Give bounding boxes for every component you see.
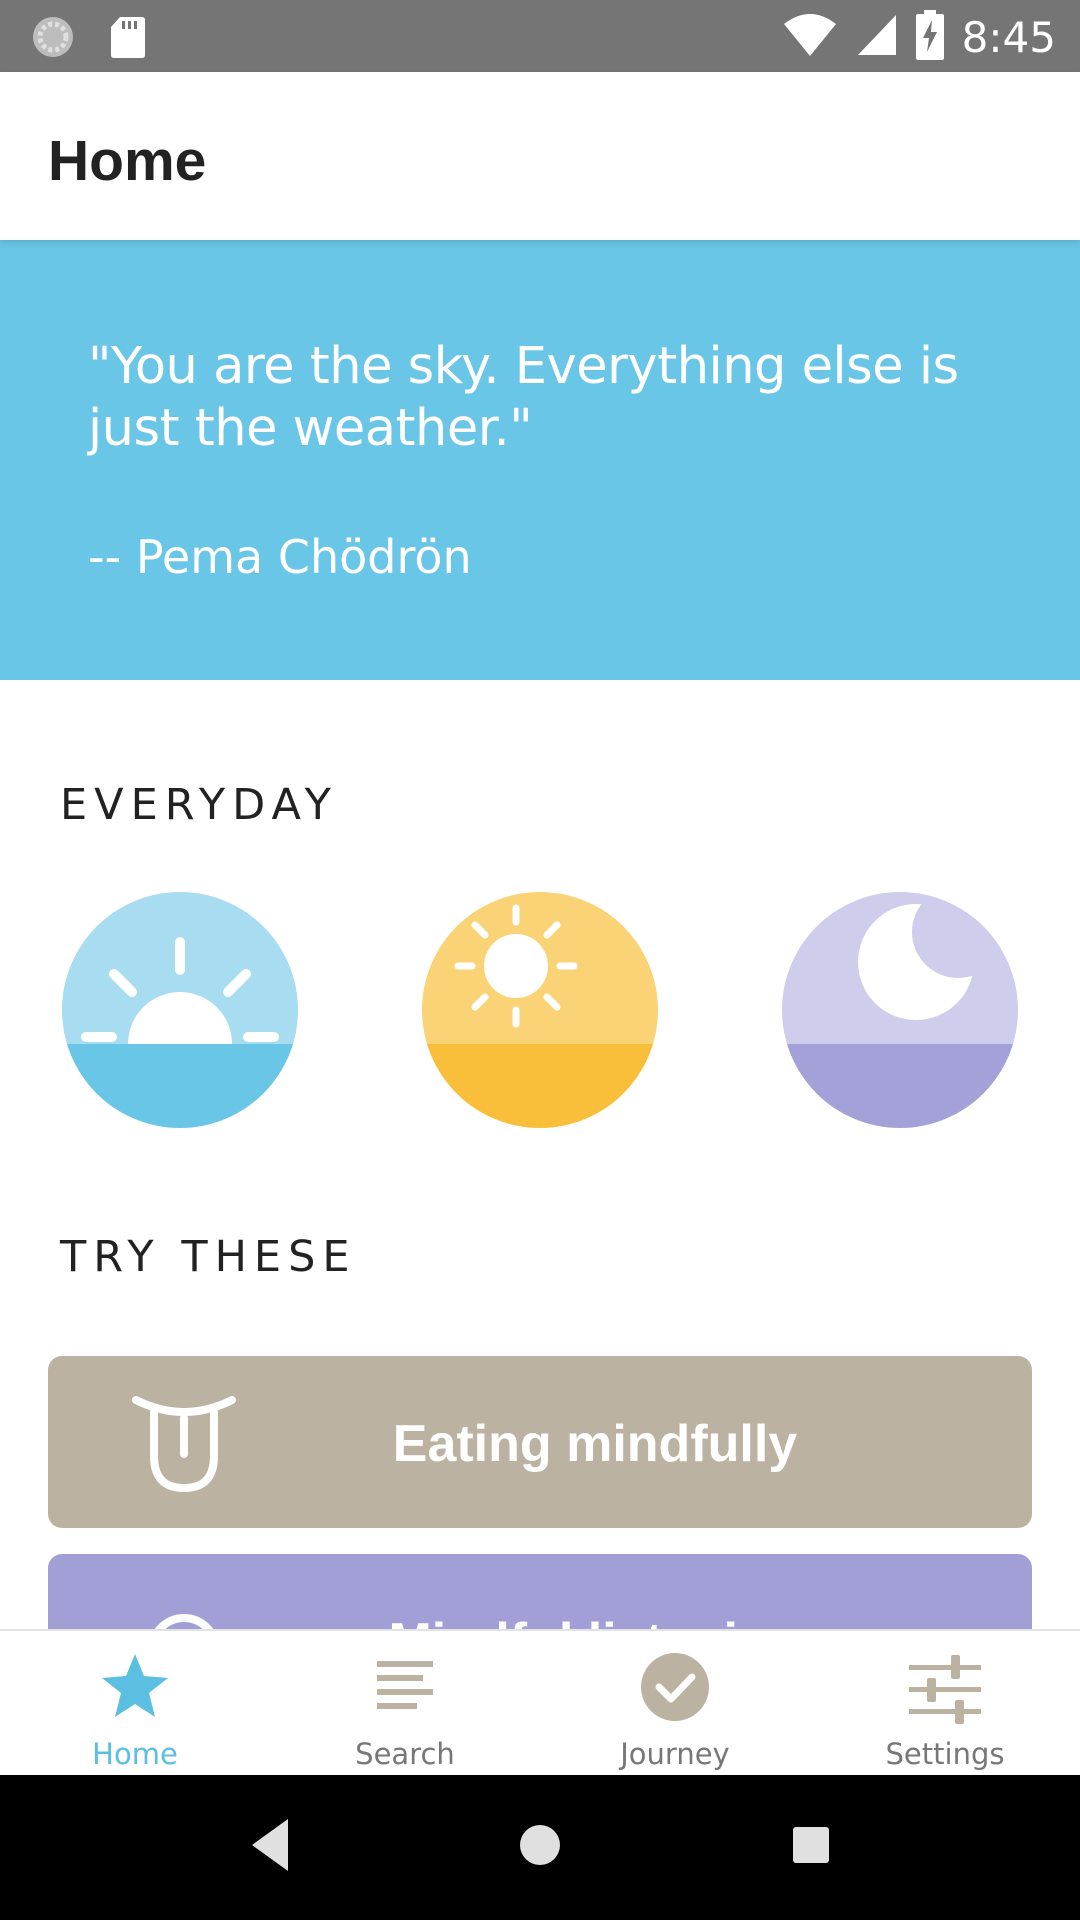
signal-icon <box>856 13 898 62</box>
check-circle-icon <box>639 1651 711 1728</box>
nav-journey[interactable]: Journey <box>540 1631 810 1775</box>
card-eating-mindfully[interactable]: Eating mindfully <box>48 1356 1032 1528</box>
nav-label-search: Search <box>355 1737 455 1771</box>
app-bar: Home <box>0 72 1080 240</box>
page-title: Home <box>48 129 207 193</box>
sd-card-icon <box>110 15 146 64</box>
sliders-icon <box>907 1651 983 1732</box>
card-label: Eating mindfully <box>392 1415 798 1473</box>
back-icon[interactable] <box>248 1815 292 1880</box>
nav-home[interactable]: Home <box>0 1631 270 1775</box>
card-mindful-listening[interactable]: Mindful listening <box>48 1554 1032 1630</box>
card-label: Mindful listening <box>48 1612 1032 1630</box>
sun-icon <box>422 892 658 1128</box>
nav-label-home: Home <box>92 1737 178 1771</box>
recents-icon[interactable] <box>789 1815 833 1880</box>
sunrise-icon <box>62 892 298 1128</box>
nav-label-settings: Settings <box>885 1737 1005 1771</box>
sync-icon <box>30 14 76 65</box>
nav-label-journey: Journey <box>620 1737 730 1771</box>
wifi-icon <box>782 12 838 63</box>
morning-button[interactable] <box>62 892 298 1128</box>
nav-settings[interactable]: Settings <box>810 1631 1080 1775</box>
star-icon <box>100 1651 170 1726</box>
system-navigation-bar <box>0 1775 1080 1920</box>
section-title-everyday: EVERYDAY <box>60 780 338 830</box>
night-button[interactable] <box>782 892 1018 1128</box>
quote-text: "You are the sky. Everything else is jus… <box>88 337 959 458</box>
try-these-list[interactable]: Eating mindfully Mindful listening <box>0 1340 1080 1630</box>
bottom-navigation: Home Search Journey Settings <box>0 1629 1080 1775</box>
quote-author: -- Pema Chödrön <box>88 530 472 584</box>
daytime-button[interactable] <box>422 892 658 1128</box>
status-bar: 8:45 <box>0 0 1080 72</box>
battery-charging-icon <box>915 10 944 65</box>
list-icon <box>373 1651 437 1726</box>
nav-search[interactable]: Search <box>270 1631 540 1775</box>
section-title-try-these: TRY THESE <box>60 1232 357 1282</box>
quote-banner: "You are the sky. Everything else is jus… <box>0 240 1080 680</box>
moon-icon <box>782 892 1018 1128</box>
home-circle-icon[interactable] <box>518 1815 562 1880</box>
status-time: 8:45 <box>961 12 1056 62</box>
